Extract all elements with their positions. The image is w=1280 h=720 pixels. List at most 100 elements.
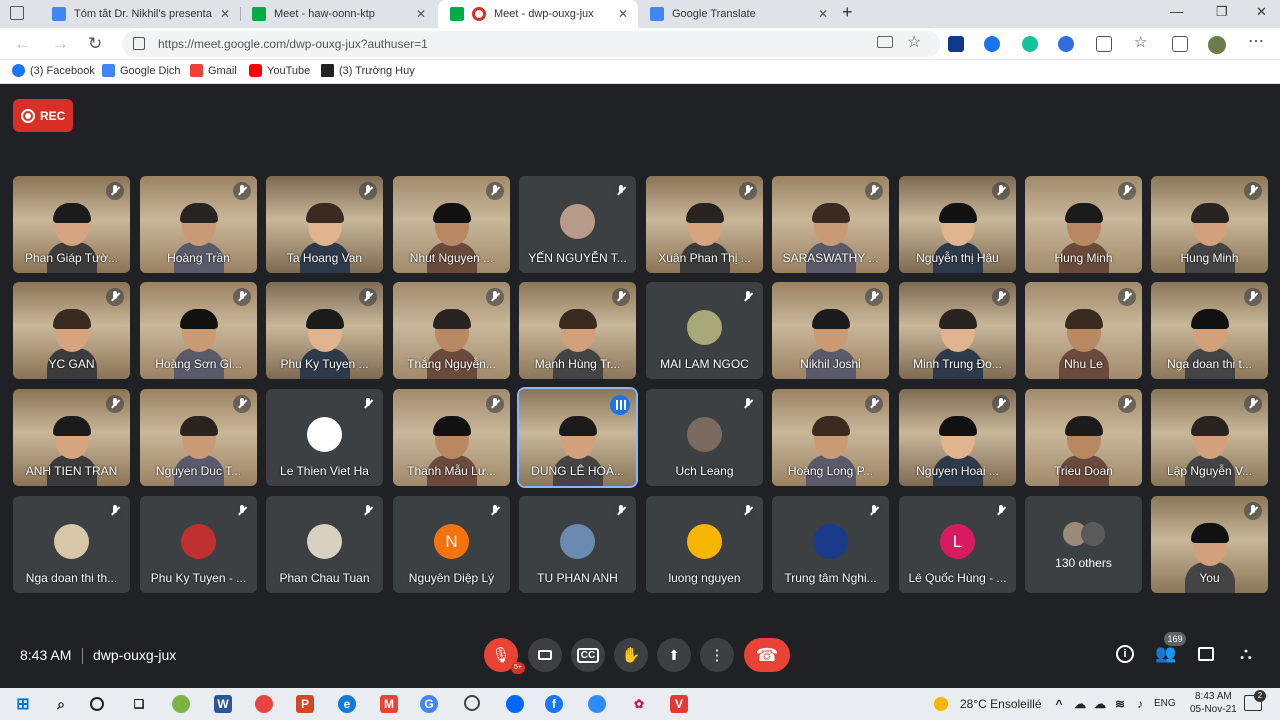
participant-tile[interactable]: Nga doan thi th... bbox=[13, 496, 130, 593]
participant-tile[interactable]: ANH TIEN TRAN bbox=[13, 389, 130, 486]
participant-tile[interactable]: Nguyễn thị Hậu bbox=[899, 176, 1016, 273]
cloud-icon[interactable]: ☁ bbox=[1071, 695, 1089, 713]
cortana-icon[interactable] bbox=[90, 697, 104, 711]
participant-tile[interactable]: Nguyen Hoai ... bbox=[899, 389, 1016, 486]
participant-tile[interactable]: luong nguyen bbox=[646, 496, 763, 593]
app-red-icon[interactable]: V bbox=[670, 695, 688, 713]
favorites-icon[interactable]: ☆ bbox=[1134, 33, 1150, 51]
bookmark-youtube[interactable]: YouTube bbox=[249, 64, 310, 77]
present-screen-button[interactable]: ⬆ bbox=[657, 638, 691, 672]
participant-tile[interactable]: Nga doan thi t... bbox=[1151, 282, 1268, 379]
raise-hand-button[interactable]: ✋ bbox=[614, 638, 648, 672]
participant-tile[interactable]: Trung tâm Nghi... bbox=[772, 496, 889, 593]
meeting-code[interactable]: dwp-ouxg-jux bbox=[93, 647, 176, 663]
participant-tile[interactable]: TU PHAN ANH bbox=[519, 496, 636, 593]
facebook-taskbar-icon[interactable]: f bbox=[545, 695, 563, 713]
new-tab-icon[interactable]: + bbox=[842, 2, 853, 23]
participant-tile[interactable]: You bbox=[1151, 496, 1268, 593]
participant-tile[interactable]: 130 others bbox=[1025, 496, 1142, 593]
participant-tile[interactable]: Lập Nguyễn V... bbox=[1151, 389, 1268, 486]
participant-tile[interactable]: Hoàng Sơn Gi... bbox=[140, 282, 257, 379]
collections-icon[interactable] bbox=[1172, 36, 1188, 52]
participant-tile[interactable]: Phan Giáp Tườ... bbox=[13, 176, 130, 273]
participant-tile[interactable]: Hung Minh bbox=[1025, 176, 1142, 273]
participant-tile[interactable]: Mạnh Hùng Tr... bbox=[519, 282, 636, 379]
search-icon[interactable]: ⌕ bbox=[52, 695, 70, 713]
input-language[interactable]: ENG bbox=[1154, 698, 1176, 709]
participant-tile[interactable]: Phan Chau Tuan bbox=[266, 496, 383, 593]
participant-tile[interactable]: Nhut Nguyen ... bbox=[393, 176, 510, 273]
tab-tom-tat[interactable]: Tóm tắt Dr. Nikhil's presentation ✕ bbox=[40, 0, 240, 28]
close-icon[interactable]: ✕ bbox=[416, 7, 426, 21]
participant-tile[interactable]: SARASWATHY ... bbox=[772, 176, 889, 273]
app-pink-icon[interactable]: ✿ bbox=[630, 695, 648, 713]
participant-tile[interactable]: Hoàng Long P... bbox=[772, 389, 889, 486]
reload-icon[interactable]: ↻ bbox=[88, 34, 102, 54]
participant-tile[interactable]: Le Thien Viet Ha bbox=[266, 389, 383, 486]
chat-button[interactable] bbox=[1195, 643, 1217, 665]
leave-call-button[interactable]: ☎ bbox=[744, 638, 790, 672]
participant-tile[interactable]: DUNG LÊ HOÀ... bbox=[517, 387, 638, 488]
bookmark-facebook[interactable]: (3) Facebook bbox=[12, 64, 95, 77]
system-clock[interactable]: 8:43 AM 05-Nov-21 bbox=[1190, 690, 1237, 716]
minimize-icon[interactable]: — bbox=[1170, 4, 1183, 19]
participant-tile[interactable]: L Lê Quốc Hùng - ... bbox=[899, 496, 1016, 593]
participant-tile[interactable]: Xuân Phan Thị ... bbox=[646, 176, 763, 273]
lock-icon[interactable] bbox=[133, 37, 145, 50]
grammarly-icon[interactable] bbox=[1022, 36, 1038, 52]
volume-icon[interactable]: ♪ bbox=[1131, 695, 1149, 713]
bookmark-gmail[interactable]: Gmail bbox=[190, 64, 237, 77]
tab-actions-icon[interactable] bbox=[10, 6, 24, 20]
app-green-icon[interactable] bbox=[172, 695, 190, 713]
weather-text[interactable]: 28°C Ensoleillé bbox=[960, 697, 1042, 711]
word-icon[interactable]: W bbox=[214, 695, 232, 713]
camera-permission-icon[interactable] bbox=[877, 36, 893, 48]
participant-tile[interactable]: Thắng Nguyễn... bbox=[393, 282, 510, 379]
more-options-button[interactable]: ⋮ bbox=[700, 638, 734, 672]
powerpoint-icon[interactable]: P bbox=[296, 695, 314, 713]
participant-tile[interactable]: Minh Trung Đo... bbox=[899, 282, 1016, 379]
chrome-icon[interactable] bbox=[255, 695, 273, 713]
activities-button[interactable]: ⛬ bbox=[1235, 643, 1257, 665]
edge-icon[interactable]: e bbox=[338, 695, 356, 713]
participant-tile[interactable]: Phu Ky Tuyen - ... bbox=[140, 496, 257, 593]
more-menu-icon[interactable]: ⋯ bbox=[1248, 31, 1264, 50]
maximize-icon[interactable]: ❐ bbox=[1216, 4, 1228, 20]
close-window-icon[interactable]: ✕ bbox=[1256, 4, 1267, 20]
participant-tile[interactable]: N Nguyên Diệp Lý bbox=[393, 496, 510, 593]
participant-tile[interactable]: Hung Minh bbox=[1151, 176, 1268, 273]
onedrive-icon[interactable]: ☁ bbox=[1091, 695, 1109, 713]
clock-app-icon[interactable] bbox=[464, 695, 480, 711]
meeting-details-button[interactable]: i bbox=[1114, 643, 1136, 665]
camera-toggle-button[interactable] bbox=[528, 638, 562, 672]
participant-tile[interactable]: Phu Ky Tuyen ... bbox=[266, 282, 383, 379]
participant-tile[interactable]: Nguyen Duc T... bbox=[140, 389, 257, 486]
people-button[interactable]: 👥 bbox=[1155, 643, 1177, 665]
participant-tile[interactable]: YẾN NGUYỄN T... bbox=[519, 176, 636, 273]
zoom-icon[interactable] bbox=[588, 695, 606, 713]
participant-tile[interactable]: Ta Hoang Van bbox=[266, 176, 383, 273]
recording-indicator[interactable]: REC bbox=[13, 99, 73, 132]
gmail-taskbar-icon[interactable]: M bbox=[380, 695, 398, 713]
extension-blue-icon[interactable] bbox=[1058, 36, 1074, 52]
participant-tile[interactable]: Hoàng Trần bbox=[140, 176, 257, 273]
participant-tile[interactable]: Uch Leang bbox=[646, 389, 763, 486]
tab-meet-haw-oonn-ktp[interactable]: Meet - haw-oonn-ktp ✕ bbox=[240, 0, 436, 28]
participant-tile[interactable]: MAI LAM NGOC bbox=[646, 282, 763, 379]
close-icon[interactable]: ✕ bbox=[618, 7, 628, 21]
forward-icon[interactable]: → bbox=[52, 34, 69, 54]
tab-google-translate[interactable]: Google Translate ✕ bbox=[638, 0, 838, 28]
url-text[interactable]: https://meet.google.com/dwp-ouxg-jux?aut… bbox=[158, 37, 428, 51]
wifi-icon[interactable]: ≋ bbox=[1111, 695, 1129, 713]
chevron-up-icon[interactable]: ^ bbox=[1050, 695, 1068, 713]
back-icon[interactable]: ← bbox=[14, 34, 31, 54]
bookmark-google-dich[interactable]: Google Dịch bbox=[102, 64, 181, 77]
captions-button[interactable]: CC bbox=[571, 638, 605, 672]
participant-tile[interactable]: Nikhil Joshi bbox=[772, 282, 889, 379]
profile-avatar[interactable] bbox=[1208, 36, 1226, 54]
extension-j-icon[interactable] bbox=[948, 36, 964, 52]
favorite-star-icon[interactable]: ☆ bbox=[907, 32, 921, 52]
tab-meet-dwp-ouxg-jux[interactable]: Meet - dwp-ouxg-jux ✕ bbox=[438, 0, 638, 28]
bookmark-truong-huy[interactable]: (3) Trường Huy bbox=[321, 64, 415, 77]
task-view-icon[interactable]: ❏ bbox=[130, 695, 148, 713]
